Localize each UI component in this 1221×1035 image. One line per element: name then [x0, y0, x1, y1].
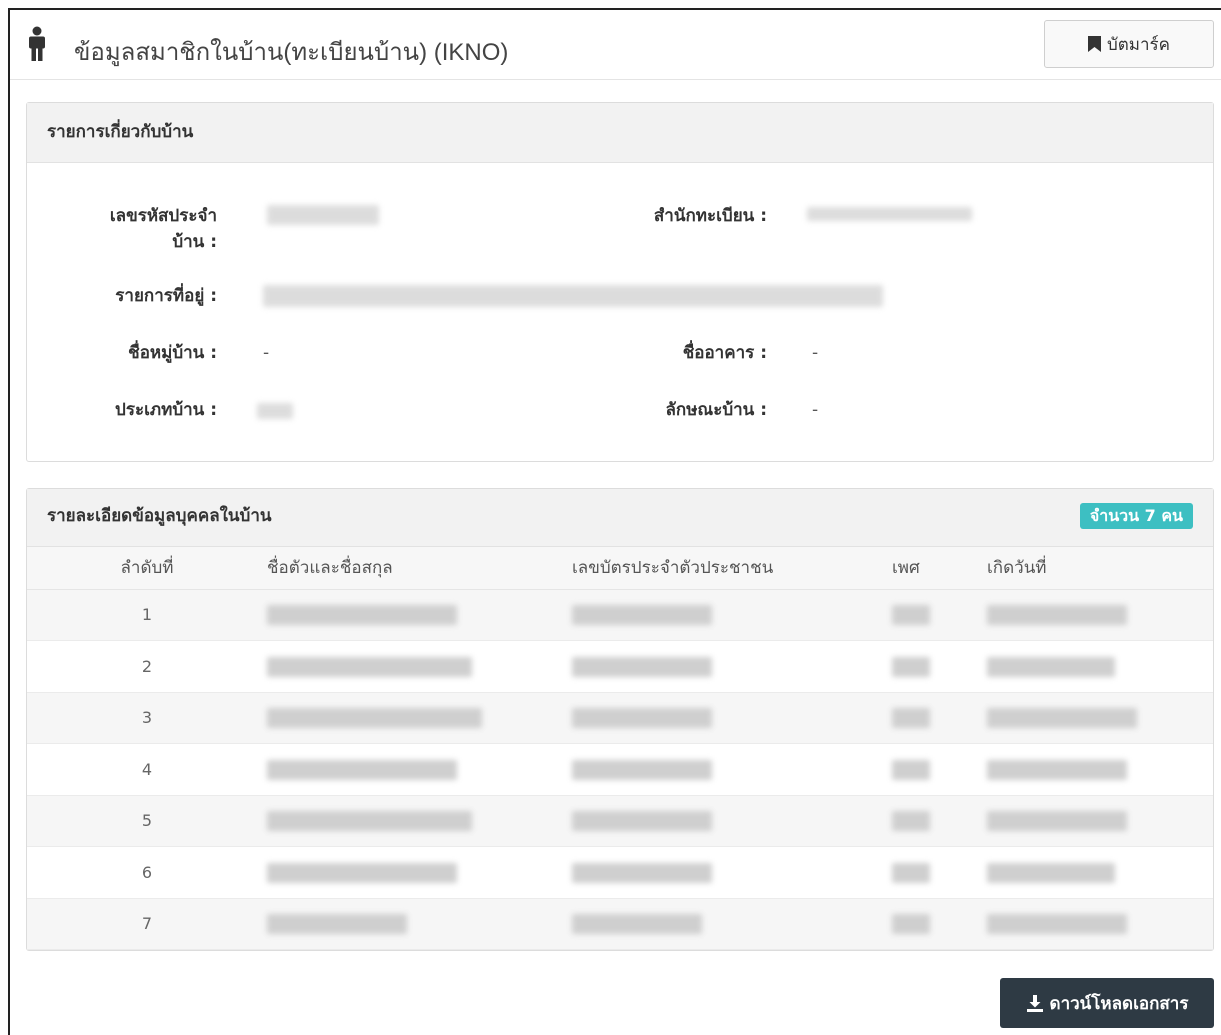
row-sex	[892, 743, 987, 796]
house-style-label: ลักษณะบ้าน :	[665, 400, 768, 420]
row-sex	[892, 898, 987, 950]
table-header-row: ลำดับที่ ชื่อตัวและชื่อสกุล เลขบัตรประจำ…	[27, 547, 1213, 590]
members-table: ลำดับที่ ชื่อตัวและชื่อสกุล เลขบัตรประจำ…	[27, 547, 1213, 950]
house-code-value	[267, 205, 379, 225]
column-header-name[interactable]: ชื่อตัวและชื่อสกุล	[267, 547, 572, 590]
member-count-badge: จำนวน 7 คน	[1079, 503, 1193, 529]
row-birthdate	[987, 692, 1213, 744]
house-info-panel: รายการเกี่ยวกับบ้าน เลขรหัสประจำ บ้าน : …	[26, 102, 1214, 462]
bookmark-label: บัตมาร์ค	[1106, 34, 1171, 55]
registry-office-label: สำนักทะเบียน :	[653, 206, 767, 226]
row-name	[267, 795, 572, 847]
house-type-value	[257, 403, 293, 419]
bookmark-button[interactable]: บัตมาร์ค	[1044, 20, 1214, 68]
row-id	[572, 692, 892, 744]
row-name	[267, 640, 572, 693]
column-header-no[interactable]: ลำดับที่	[27, 547, 267, 590]
registry-office-value	[807, 207, 972, 221]
row-sex	[892, 589, 987, 641]
building-name-label: ชื่ออาคาร :	[682, 343, 767, 363]
row-id	[572, 898, 892, 950]
table-row[interactable]: 3	[27, 692, 1213, 744]
row-birthdate	[987, 640, 1213, 693]
download-label: ดาวน์โหลดเอกสาร	[1049, 993, 1189, 1014]
building-name-value: -	[812, 343, 819, 363]
row-name	[267, 898, 572, 950]
row-id	[572, 795, 892, 847]
row-name	[267, 692, 572, 744]
house-code-label-line2: บ้าน :	[172, 232, 217, 252]
page-title: ข้อมูลสมาชิกในบ้าน(ทะเบียนบ้าน) (IKNO)	[74, 39, 509, 66]
row-no: 7	[27, 898, 267, 950]
table-row[interactable]: 6	[27, 846, 1213, 899]
table-row[interactable]: 2	[27, 640, 1213, 693]
address-value	[263, 285, 883, 307]
column-header-sex[interactable]: เพศ	[892, 547, 987, 590]
row-name	[267, 846, 572, 899]
row-birthdate	[987, 898, 1213, 950]
house-style-value: -	[812, 400, 819, 420]
row-sex	[892, 846, 987, 899]
table-row[interactable]: 4	[27, 743, 1213, 796]
download-icon	[1026, 995, 1043, 1012]
row-sex	[892, 795, 987, 847]
row-id	[572, 743, 892, 796]
download-document-button[interactable]: ดาวน์โหลดเอกสาร	[1000, 978, 1214, 1028]
house-code-label-line1: เลขรหัสประจำ	[109, 206, 217, 226]
row-birthdate	[987, 846, 1213, 899]
members-heading: รายละเอียดข้อมูลบุคคลในบ้าน จำนวน 7 คน	[27, 489, 1213, 547]
row-birthdate	[987, 743, 1213, 796]
members-heading-text: รายละเอียดข้อมูลบุคคลในบ้าน	[47, 506, 272, 526]
row-sex	[892, 692, 987, 744]
person-icon	[29, 26, 45, 61]
village-name-label: ชื่อหมู่บ้าน :	[128, 343, 217, 363]
table-row[interactable]: 5	[27, 795, 1213, 847]
bookmark-icon	[1087, 36, 1101, 52]
row-no: 1	[27, 589, 267, 641]
table-row[interactable]: 7	[27, 898, 1213, 950]
village-name-value: -	[263, 343, 270, 363]
row-no: 4	[27, 743, 267, 796]
row-no: 5	[27, 795, 267, 847]
row-no: 3	[27, 692, 267, 744]
row-no: 2	[27, 640, 267, 693]
house-info-heading: รายการเกี่ยวกับบ้าน	[27, 103, 1213, 163]
house-code-label: เลขรหัสประจำ บ้าน :	[57, 203, 217, 255]
house-type-label: ประเภทบ้าน :	[115, 400, 217, 420]
row-name	[267, 743, 572, 796]
row-id	[572, 640, 892, 693]
row-sex	[892, 640, 987, 693]
row-id	[572, 589, 892, 641]
page-header: ข้อมูลสมาชิกในบ้าน(ทะเบียนบ้าน) (IKNO) บ…	[10, 10, 1221, 80]
address-label: รายการที่อยู่ :	[115, 286, 217, 306]
column-header-id[interactable]: เลขบัตรประจำตัวประชาชน	[572, 547, 892, 590]
row-birthdate	[987, 589, 1213, 641]
app-frame: ข้อมูลสมาชิกในบ้าน(ทะเบียนบ้าน) (IKNO) บ…	[8, 8, 1221, 1035]
column-header-birthdate[interactable]: เกิดวันที่	[987, 547, 1213, 590]
row-id	[572, 846, 892, 899]
row-name	[267, 589, 572, 641]
row-no: 6	[27, 846, 267, 899]
table-row[interactable]: 1	[27, 589, 1213, 641]
members-panel: รายละเอียดข้อมูลบุคคลในบ้าน จำนวน 7 คน ล…	[26, 488, 1214, 951]
row-birthdate	[987, 795, 1213, 847]
